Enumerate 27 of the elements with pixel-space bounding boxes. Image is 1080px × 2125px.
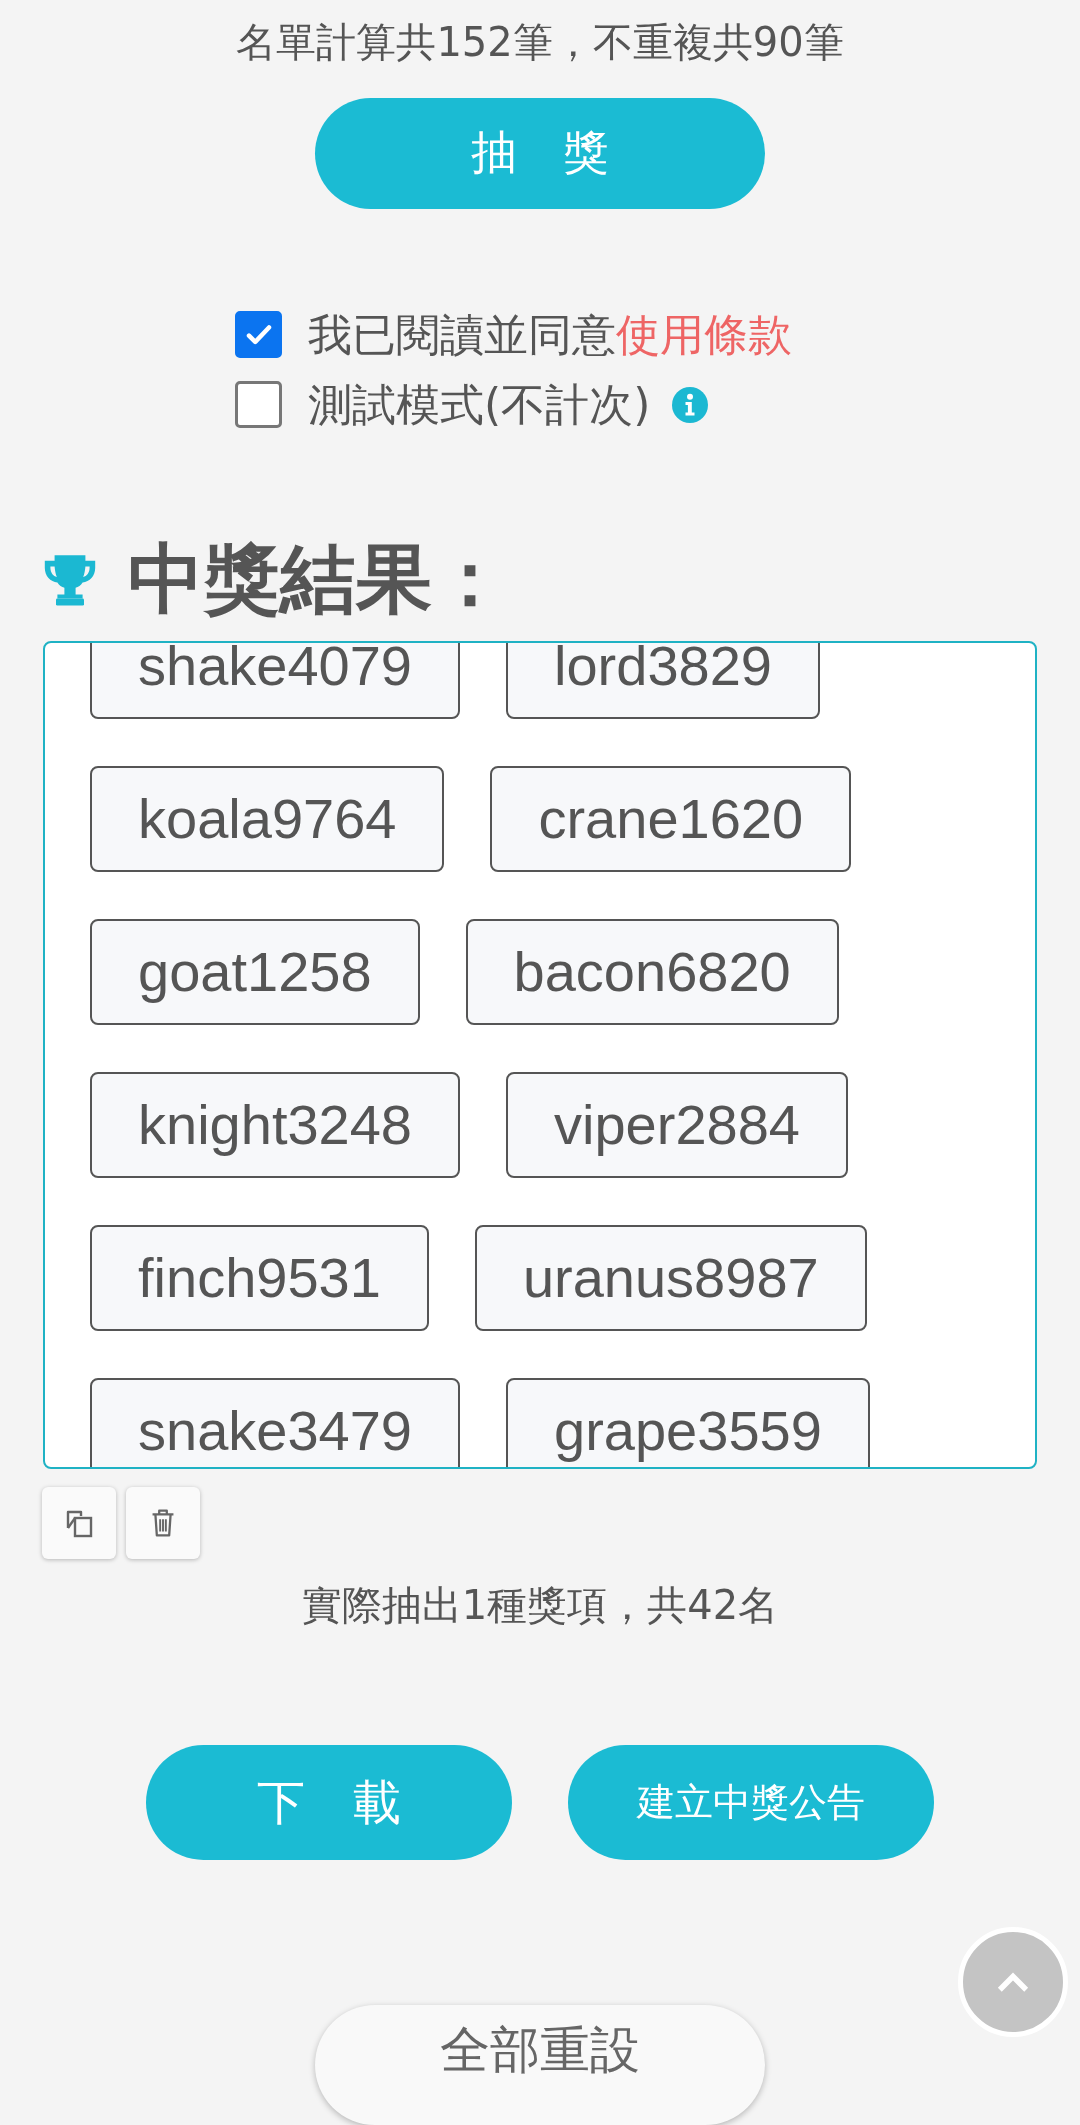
- checkbox[interactable]: [235, 381, 282, 429]
- list-count-text: 名單計算共152筆，不重複共90筆: [236, 18, 844, 67]
- winner-tag: bacon6820: [465, 918, 839, 1025]
- winner-tag: snake3479: [90, 1377, 460, 1467]
- download-button[interactable]: 下 載: [146, 1745, 512, 1860]
- results-title: 中獎結果：: [128, 532, 508, 625]
- winner-tag: viper2884: [506, 1071, 848, 1178]
- winner-tag: knight3248: [90, 1071, 460, 1178]
- winner-tag: koala9764: [90, 765, 445, 872]
- winner-tag: finch9531: [90, 1224, 429, 1331]
- winner-tag: uranus8987: [474, 1224, 867, 1331]
- winner-tag: goat1258: [90, 918, 420, 1025]
- copy-icon[interactable]: [42, 1487, 116, 1559]
- winner-tag: lord3829: [506, 642, 820, 719]
- winner-tag: crane1620: [490, 765, 852, 872]
- checkbox-label: 我已閱讀並同意: [308, 308, 616, 361]
- announcement-button[interactable]: 建立中獎公告: [568, 1745, 934, 1860]
- draw-button[interactable]: 抽 獎: [315, 98, 765, 209]
- trash-icon[interactable]: [126, 1487, 200, 1559]
- checkbox-label: 測試模式(不計次): [308, 378, 651, 431]
- info-icon[interactable]: [672, 386, 709, 423]
- result-count-text: 實際抽出1種獎項，共42名: [301, 1581, 779, 1630]
- terms-link[interactable]: 使用條款: [616, 308, 792, 361]
- checkbox[interactable]: [235, 311, 282, 359]
- winner-tag: shake4079: [90, 642, 460, 719]
- winner-tag: grape3559: [506, 1377, 870, 1467]
- reset-button[interactable]: 全部重設: [315, 2005, 765, 2125]
